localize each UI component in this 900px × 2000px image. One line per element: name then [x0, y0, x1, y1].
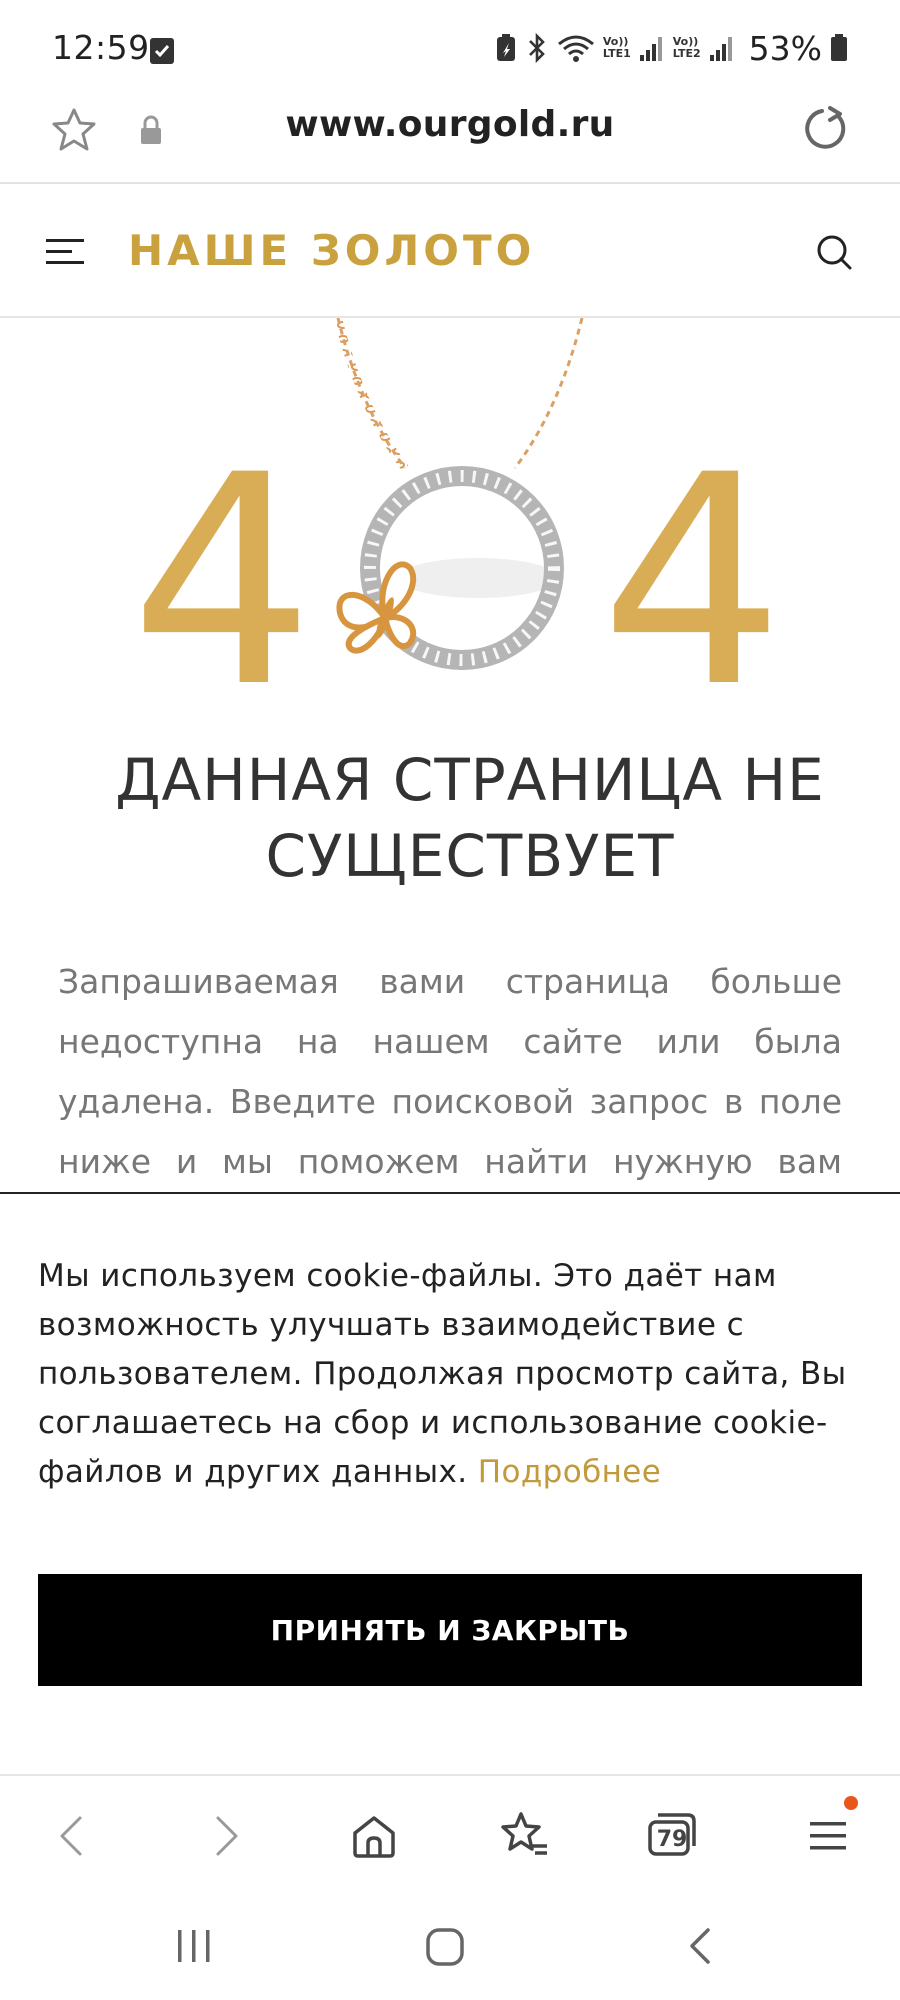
browser-toolbar: 79 — [0, 1774, 900, 1890]
back-nav-icon[interactable] — [682, 1924, 718, 1970]
forward-icon — [216, 1816, 238, 1856]
tabs-button[interactable]: 79 — [642, 1804, 706, 1868]
home-button[interactable] — [342, 1804, 406, 1868]
system-navigation-bar — [0, 1890, 900, 2000]
cookie-text: Мы используем cookie-файлы. Это даёт нам… — [38, 1252, 874, 1497]
bookmarks-button[interactable] — [492, 1804, 556, 1868]
site-header: НАШЕ ЗОЛОТО — [0, 186, 900, 318]
tabs-count: 79 — [656, 1826, 688, 1852]
cookie-more-link[interactable]: Подробнее — [478, 1454, 662, 1490]
hamburger-menu-icon[interactable] — [44, 234, 86, 270]
wifi-icon — [557, 35, 594, 62]
page-title: ДАННАЯ СТРАНИЦА НЕ СУЩЕСТВУЕТ — [115, 746, 825, 890]
necklace-image — [334, 318, 584, 670]
cookie-banner: Мы используем cookie-файлы. Это даёт нам… — [0, 1192, 900, 1774]
notification-dot — [844, 1796, 858, 1810]
bluetooth-icon — [528, 32, 545, 64]
menu-button[interactable] — [796, 1804, 860, 1868]
checkbox-notification-icon — [150, 38, 174, 64]
error-hero: 4 4 — [0, 318, 900, 718]
battery-icon — [831, 34, 847, 61]
status-icons: Vo)) LTE1 Vo)) LTE2 53% — [495, 28, 848, 68]
sim2-indicator: Vo)) LTE2 — [673, 36, 701, 60]
forward-button[interactable] — [194, 1804, 258, 1868]
search-icon[interactable] — [814, 232, 854, 272]
cookie-message: Мы используем cookie-файлы. Это даёт нам… — [38, 1258, 847, 1490]
address-bar: www.ourgold.ru — [0, 80, 900, 184]
status-bar: 12:59 Vo)) LTE1 Vo)) LTE2 53% — [0, 0, 900, 80]
back-button[interactable] — [40, 1804, 104, 1868]
reload-icon[interactable] — [800, 104, 850, 154]
menu-icon — [810, 1822, 846, 1850]
error-description: Запрашиваемая вами страница больше недос… — [58, 962, 842, 1181]
sim2-label: LTE2 — [672, 47, 701, 60]
back-icon — [60, 1816, 82, 1856]
signal-icon — [709, 37, 732, 61]
url-field[interactable]: www.ourgold.ru — [0, 104, 900, 145]
battery-saver-icon — [496, 34, 515, 61]
status-time: 12:59 — [52, 28, 150, 67]
bookmarks-icon — [501, 1812, 547, 1855]
recents-icon[interactable] — [172, 1926, 216, 1966]
home-icon — [353, 1816, 395, 1858]
brand-logo[interactable]: НАШЕ ЗОЛОТО — [128, 226, 535, 275]
signal-icon — [639, 37, 662, 61]
sim1-indicator: Vo)) LTE1 — [603, 36, 631, 60]
battery-percent: 53% — [748, 28, 822, 68]
sim1-label: LTE1 — [602, 47, 631, 60]
home-nav-icon[interactable] — [424, 1926, 468, 1970]
accept-close-button[interactable]: ПРИНЯТЬ И ЗАКРЫТЬ — [38, 1574, 862, 1686]
